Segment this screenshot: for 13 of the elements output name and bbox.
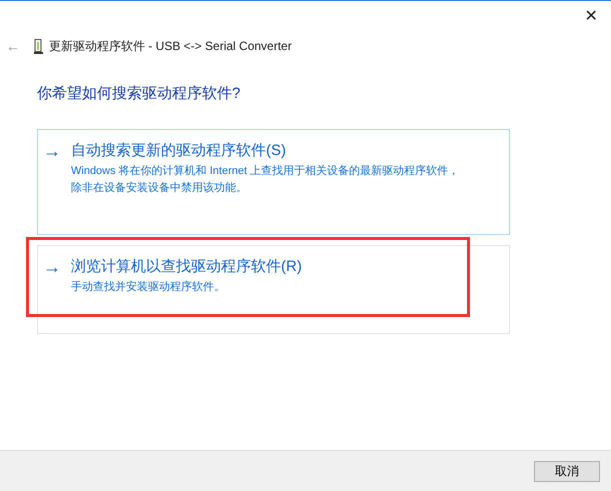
- cancel-button[interactable]: 取消: [534, 460, 600, 482]
- option-link[interactable]: → 浏览计算机以查找驱动程序软件(R) 手动查找并安装驱动程序软件。: [37, 245, 510, 334]
- option-description: Windows 将在你的计算机和 Internet 上查找用于相关设备的最新驱动程序软件，除非在设备安装设备中禁用该功能。: [71, 164, 460, 196]
- window-title: 更新驱动程序软件 - USB <-> Serial Converter: [49, 38, 292, 54]
- usb-device-icon: [34, 38, 43, 54]
- option-title: 自动搜索更新的驱动程序软件(S): [71, 141, 287, 161]
- option-link[interactable]: → 自动搜索更新的驱动程序软件(S) Windows 将在你的计算机和 Internet 上查找用于相关设备的最新驱动程序软件，除非在设备安装设备中禁用该功能。: [37, 129, 510, 235]
- arrow-icon: →: [43, 141, 63, 234]
- arrow-icon: →: [43, 257, 63, 333]
- close-button[interactable]: ✕: [571, 1, 611, 31]
- page-heading: 你希望如何搜索驱动程序软件?: [37, 84, 242, 103]
- option-description: 手动查找并安装驱动程序软件。: [71, 280, 226, 295]
- option-title: 浏览计算机以查找驱动程序软件(R): [71, 257, 303, 277]
